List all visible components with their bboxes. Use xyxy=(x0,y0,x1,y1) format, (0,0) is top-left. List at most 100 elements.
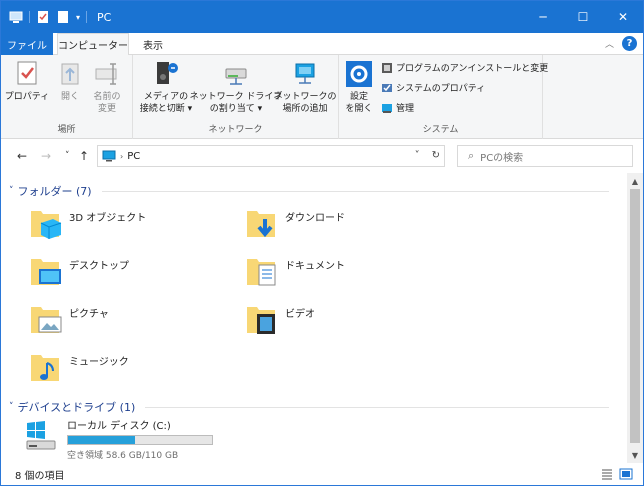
open-settings-button[interactable]: 設定 を開く xyxy=(343,59,375,115)
properties-icon xyxy=(17,61,37,85)
group-label-network: ネットワーク xyxy=(208,125,263,135)
quick-access-dropdown-icon[interactable]: ▾ xyxy=(76,13,80,22)
section-title-folders: フォルダー (7) xyxy=(17,185,92,198)
section-divider xyxy=(145,406,609,408)
close-button[interactable]: ✕ xyxy=(603,1,643,33)
downloads-folder-icon xyxy=(247,211,275,238)
section-header-devices[interactable]: ˅ デバイスとドライブ (1) xyxy=(9,399,609,415)
tab-computer[interactable]: コンピューター xyxy=(57,33,129,56)
ribbon-tabs: ファイル コンピューター 表示 ︿ ? xyxy=(1,33,643,56)
rename-label-1: 名前の xyxy=(93,92,121,102)
section-header-folders[interactable]: ˅ フォルダー (7) xyxy=(9,183,609,199)
add-network-location-button[interactable]: ネットワークの 場所の追加 xyxy=(274,59,337,115)
properties-quick-icon[interactable] xyxy=(36,10,50,24)
drive-name: ローカル ディスク (C:) xyxy=(67,421,171,432)
ribbon-group-system: 設定 を開く プログラムのアンインストールと変更 システムのプロパティ 管理 シ… xyxy=(339,55,548,139)
maximize-button[interactable]: ☐ xyxy=(563,1,603,33)
address-bar[interactable]: › PC ˅ ↻ xyxy=(97,145,445,167)
window-title: PC xyxy=(97,10,112,24)
search-placeholder: PCの検索 xyxy=(480,152,524,164)
drive-usage-bar xyxy=(67,435,213,445)
properties-button[interactable]: プロパティ xyxy=(4,59,50,103)
group-label-location: 場所 xyxy=(57,125,76,135)
back-arrow-icon[interactable]: ← xyxy=(17,149,27,163)
minimize-button[interactable]: ─ xyxy=(523,1,563,33)
system-properties-command[interactable]: システムのプロパティ xyxy=(381,81,485,94)
pictures-folder-icon xyxy=(31,307,62,333)
media-device-icon xyxy=(157,62,178,84)
rename-icon xyxy=(95,63,117,85)
section-collapse-icon[interactable]: ˅ xyxy=(9,186,14,196)
media-label-1: メディアの xyxy=(143,92,189,102)
scroll-up-arrow-icon[interactable]: ▲ xyxy=(627,173,643,189)
uninstall-label: プログラムのアンインストールと変更 xyxy=(396,64,549,74)
drive-c[interactable]: ローカル ディスク (C:) 空き領域 58.6 GB/110 GB xyxy=(23,417,213,461)
manage-command[interactable]: 管理 xyxy=(381,101,414,114)
navigation-bar: ← → ˅ ↑ › PC ˅ ↻ ⌕ PCの検索 xyxy=(1,139,643,173)
address-dropdown-icon[interactable]: ˅ xyxy=(415,150,420,161)
computer-icon xyxy=(102,150,116,162)
network-drive-icon xyxy=(225,68,247,85)
recent-locations-chevron-icon[interactable]: ˅ xyxy=(65,151,70,161)
folder-downloads[interactable]: ダウンロード xyxy=(245,205,345,241)
add-location-label-1: ネットワークの xyxy=(273,92,337,102)
title-separator xyxy=(29,11,30,23)
folder-videos[interactable]: ビデオ xyxy=(245,301,315,337)
folder-pictures[interactable]: ピクチャ xyxy=(29,301,109,337)
programs-icon xyxy=(382,62,392,73)
map-network-drive-button[interactable]: ネットワーク ドライブ の割り当て ▾ xyxy=(190,59,282,115)
drive-free-space: 空き領域 58.6 GB/110 GB xyxy=(67,451,179,461)
tab-view[interactable]: 表示 xyxy=(133,33,173,55)
scroll-down-arrow-icon[interactable]: ▼ xyxy=(627,447,643,463)
music-folder-icon xyxy=(31,355,59,381)
settings-label-2: を開く xyxy=(345,104,373,114)
system-properties-icon xyxy=(382,83,392,92)
scroll-thumb[interactable] xyxy=(630,189,640,443)
vertical-scrollbar[interactable]: ▲ ▼ xyxy=(627,173,643,463)
breadcrumb-separator-icon[interactable]: › xyxy=(120,152,123,161)
properties-label: プロパティ xyxy=(4,92,50,102)
folder-desktop[interactable]: デスクトップ xyxy=(29,253,129,289)
new-folder-quick-icon[interactable] xyxy=(56,10,70,24)
section-title-devices: デバイスとドライブ (1) xyxy=(17,401,136,414)
folder-name: ピクチャ xyxy=(69,308,109,320)
tab-file[interactable]: ファイル xyxy=(1,33,53,55)
videos-folder-icon xyxy=(247,307,275,334)
up-arrow-icon[interactable]: ↑ xyxy=(79,149,89,163)
folder-3d-objects[interactable]: 3D オブジェクト xyxy=(29,205,146,241)
breadcrumb-pc[interactable]: PC xyxy=(127,151,140,162)
add-location-label-2: 場所の追加 xyxy=(282,104,328,114)
title-separator xyxy=(86,11,88,23)
folder-music[interactable]: ミュージック xyxy=(29,349,129,385)
folder-name: ダウンロード xyxy=(285,212,345,224)
search-box[interactable]: ⌕ PCの検索 xyxy=(457,145,633,167)
uninstall-programs-command[interactable]: プログラムのアンインストールと変更 xyxy=(381,61,548,74)
folder-name: ミュージック xyxy=(69,356,129,368)
section-collapse-icon[interactable]: ˅ xyxy=(9,402,14,412)
settings-gear-icon xyxy=(346,61,372,87)
folder-documents[interactable]: ドキュメント xyxy=(245,253,345,289)
media-label-2: 接続と切断 ▾ xyxy=(139,104,193,114)
open-button[interactable]: 開く xyxy=(55,59,85,103)
large-icons-view-icon[interactable] xyxy=(619,468,633,483)
computer-icon xyxy=(9,10,23,24)
3d-objects-folder-icon xyxy=(31,211,62,239)
forward-arrow-icon[interactable]: → xyxy=(41,149,51,163)
ribbon-collapse-icon[interactable]: ︿ xyxy=(605,37,614,50)
details-view-icon[interactable] xyxy=(601,468,613,483)
folder-name: 3D オブジェクト xyxy=(69,212,147,224)
help-icon[interactable]: ? xyxy=(622,36,637,51)
ribbon-group-network: メディアの 接続と切断 ▾ ネットワーク ドライブ の割り当て ▾ ネットワーク… xyxy=(133,55,339,139)
search-icon: ⌕ xyxy=(468,149,475,162)
manage-icon xyxy=(382,103,392,113)
item-count: 8 個の項目 xyxy=(15,470,65,482)
folder-name: デスクトップ xyxy=(69,260,129,272)
open-label: 開く xyxy=(60,92,79,102)
refresh-icon[interactable]: ↻ xyxy=(432,150,440,161)
map-drive-label-2: の割り当て ▾ xyxy=(209,104,263,114)
media-connect-button[interactable]: メディアの 接続と切断 ▾ xyxy=(137,59,195,115)
system-properties-label: システムのプロパティ xyxy=(396,84,486,94)
content-pane: ˅ フォルダー (7) 3D オブジェクト ダウンロード デスクトップ ドキュメ… xyxy=(1,173,625,463)
rename-button[interactable]: 名前の 変更 xyxy=(89,59,125,115)
open-icon xyxy=(61,63,79,85)
